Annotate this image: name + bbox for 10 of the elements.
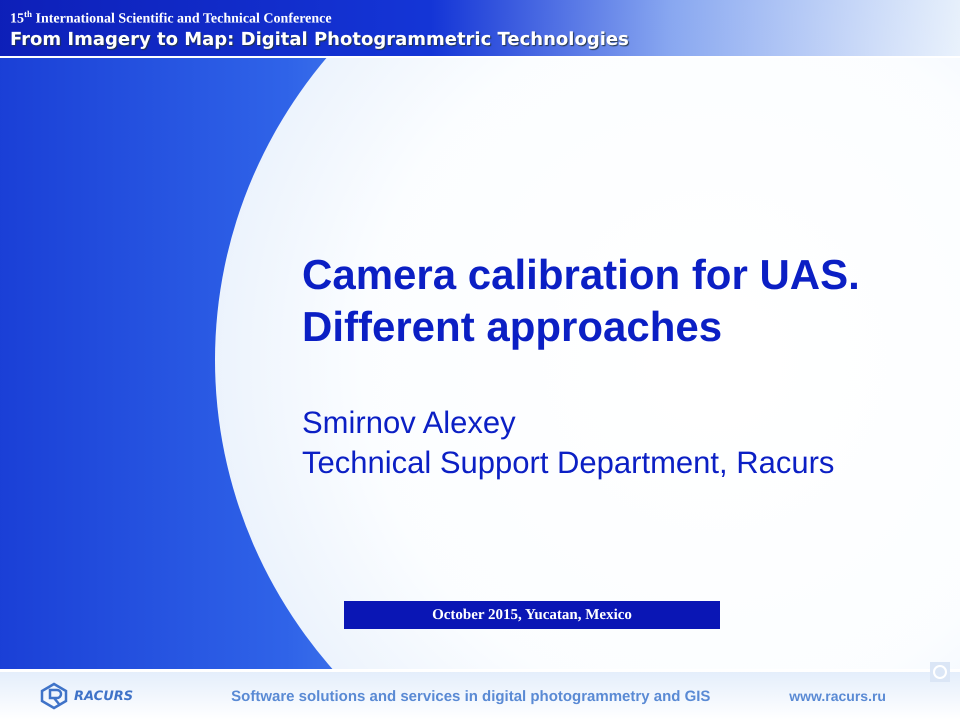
affiliation-text: Technical Support Department, Racurs (302, 444, 836, 482)
conference-label: 15$^{th}$ International Scientific and Technical Conference (10, 8, 333, 28)
website-link[interactable]: www.racurs.ru (789, 688, 886, 704)
logo-text: RACURS (74, 688, 134, 704)
date-place-banner: October 2015, Yucatan, Mexico (344, 601, 720, 629)
conference-title: From Imagery to Map: Digital Photogrammetric Technologies (10, 28, 630, 52)
author-name: Smirnov Alexey (302, 404, 517, 442)
footer-tagline: Software solutions and services in digital photogrammetry and GIS (231, 688, 710, 704)
slide-title: Camera calibration for UAS. Different approaches (302, 250, 861, 352)
logo-icon (38, 681, 70, 711)
